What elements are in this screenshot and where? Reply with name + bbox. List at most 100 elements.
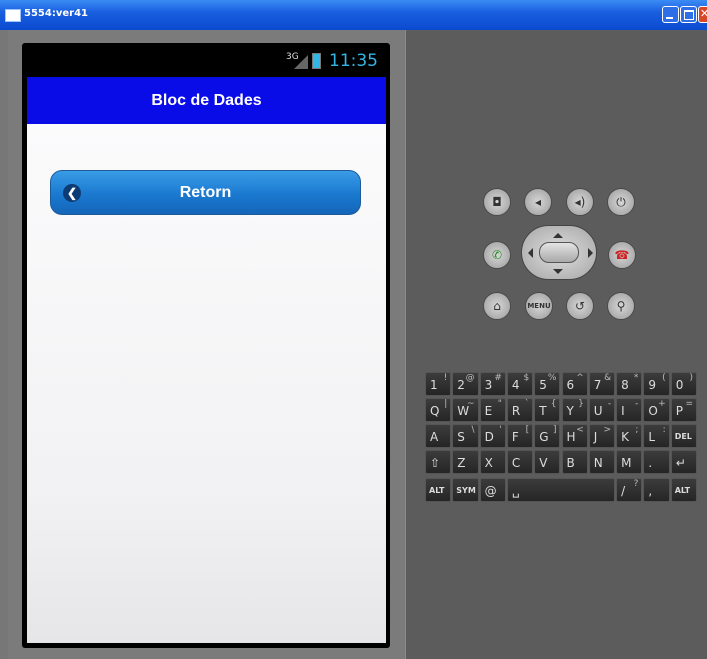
back-icon[interactable]: ↺ xyxy=(566,292,594,320)
key-shift-label: + xyxy=(658,399,666,409)
key-7[interactable]: 7 & xyxy=(588,372,616,396)
key-f[interactable]: F[ xyxy=(506,424,534,448)
key-e[interactable]: E " xyxy=(479,398,506,422)
key-h[interactable]: H < xyxy=(561,424,588,448)
key-shift-label: ` xyxy=(524,399,530,409)
dpad-right-icon[interactable] xyxy=(588,248,593,258)
key-label: A xyxy=(430,430,439,444)
key-label: X xyxy=(484,456,493,470)
menu-icon[interactable]: MENU xyxy=(525,292,553,320)
key-label: S xyxy=(457,430,465,444)
minimize-button[interactable] xyxy=(662,6,679,23)
key-label: 8 xyxy=(621,378,629,392)
key-label: M xyxy=(621,456,632,470)
key-label: ⇧ xyxy=(430,456,441,470)
camera-icon[interactable]: ◘ xyxy=(483,188,511,216)
controls-panel xyxy=(405,30,707,659)
volume-up-icon[interactable]: ◂) xyxy=(566,188,594,216)
key-4[interactable]: 4 $ xyxy=(506,372,534,396)
key-shift-label: ( xyxy=(662,373,666,383)
key-j[interactable]: J > xyxy=(588,424,616,448)
volume-down-icon[interactable]: ◂ xyxy=(524,188,552,216)
key-label: C xyxy=(511,456,521,470)
key-label: K xyxy=(621,430,629,444)
dpad-left-icon[interactable] xyxy=(528,248,533,258)
key-shift-label: ! xyxy=(443,373,448,383)
key-label: N xyxy=(593,456,603,470)
key-o[interactable]: O + xyxy=(643,398,670,422)
call-icon[interactable]: ✆ xyxy=(483,241,511,269)
key-a[interactable]: A xyxy=(425,424,452,448)
key-3[interactable]: 3 # xyxy=(479,372,506,396)
key-v[interactable]: V xyxy=(534,450,561,474)
key-p[interactable]: P = xyxy=(670,398,697,422)
key-t[interactable]: T{ xyxy=(534,398,561,422)
key-label: O xyxy=(648,404,658,418)
key-label: 5 xyxy=(539,378,547,392)
key-shift-label: { xyxy=(550,399,557,409)
dpad-up-icon[interactable] xyxy=(553,233,563,238)
key-shift-label: - xyxy=(607,399,612,409)
key-label: 0 xyxy=(675,378,684,392)
key-symbol[interactable]: /? xyxy=(616,478,643,502)
key-shift-label: [ xyxy=(525,425,530,435)
maximize-button[interactable] xyxy=(680,6,697,23)
key-r[interactable]: R ` xyxy=(506,398,534,422)
key-del[interactable]: DEL xyxy=(670,424,697,448)
key-alt[interactable]: ALT xyxy=(425,478,452,502)
key-s[interactable]: S \ xyxy=(452,424,479,448)
key-l[interactable]: L: xyxy=(643,424,670,448)
key-0[interactable]: 0) xyxy=(670,372,697,396)
close-button[interactable] xyxy=(698,6,707,23)
key-k[interactable]: K; xyxy=(616,424,643,448)
power-icon[interactable]: ⏻ xyxy=(607,188,635,216)
key-b[interactable]: B xyxy=(561,450,588,474)
key-u[interactable]: U- xyxy=(588,398,616,422)
search-icon[interactable]: ⚲ xyxy=(607,292,635,320)
back-button[interactable]: ❮ Retorn xyxy=(50,170,361,215)
key-symbol[interactable]: ␣ xyxy=(506,478,616,502)
signal-icon xyxy=(294,55,308,69)
key-sym[interactable]: SYM xyxy=(452,478,479,502)
key-x[interactable]: X xyxy=(479,450,506,474)
window-title: 5554:ver41 xyxy=(24,8,88,19)
key-9[interactable]: 9( xyxy=(643,372,670,396)
key-8[interactable]: 8 * xyxy=(616,372,643,396)
key-symbol[interactable]: ⇧ xyxy=(425,450,452,474)
key-q[interactable]: Q | xyxy=(425,398,452,422)
key-shift-label: \ xyxy=(471,425,475,435)
dpad-down-icon[interactable] xyxy=(553,269,563,274)
key-1[interactable]: 1! xyxy=(425,372,452,396)
key-symbol[interactable]: . xyxy=(643,450,670,474)
key-label: G xyxy=(539,430,549,444)
key-w[interactable]: W ~ xyxy=(452,398,479,422)
key-label: U xyxy=(593,404,603,418)
key-g[interactable]: G] xyxy=(534,424,561,448)
key-n[interactable]: N xyxy=(588,450,616,474)
key-label: 6 xyxy=(566,378,575,392)
key-shift-label: : xyxy=(662,425,666,435)
key-alt[interactable]: ALT xyxy=(670,478,697,502)
dpad-center-button[interactable] xyxy=(539,242,579,263)
key-2[interactable]: 2 @ xyxy=(452,372,479,396)
end-call-icon[interactable]: ☎ xyxy=(608,241,636,269)
key-5[interactable]: 5% xyxy=(534,372,561,396)
key-i[interactable]: I- xyxy=(616,398,643,422)
key-d[interactable]: D ' xyxy=(479,424,506,448)
home-icon[interactable]: ⌂ xyxy=(483,292,511,320)
key-shift-label: < xyxy=(576,425,584,435)
key-label: 2 xyxy=(457,378,465,392)
key-m[interactable]: M xyxy=(616,450,643,474)
key-y[interactable]: Y} xyxy=(561,398,588,422)
key-label: L xyxy=(648,430,656,444)
key-symbol[interactable]: , xyxy=(643,478,670,502)
key-z[interactable]: Z xyxy=(452,450,479,474)
key-c[interactable]: C xyxy=(506,450,534,474)
key-shift-label: " xyxy=(497,399,502,409)
key-symbol[interactable]: @ xyxy=(479,478,506,502)
key-6[interactable]: 6 ^ xyxy=(561,372,588,396)
key-symbol[interactable]: ↵ xyxy=(670,450,697,474)
key-label: 3 xyxy=(484,378,493,392)
window-titlebar: 5554:ver41 xyxy=(0,0,707,30)
key-label: V xyxy=(539,456,548,470)
